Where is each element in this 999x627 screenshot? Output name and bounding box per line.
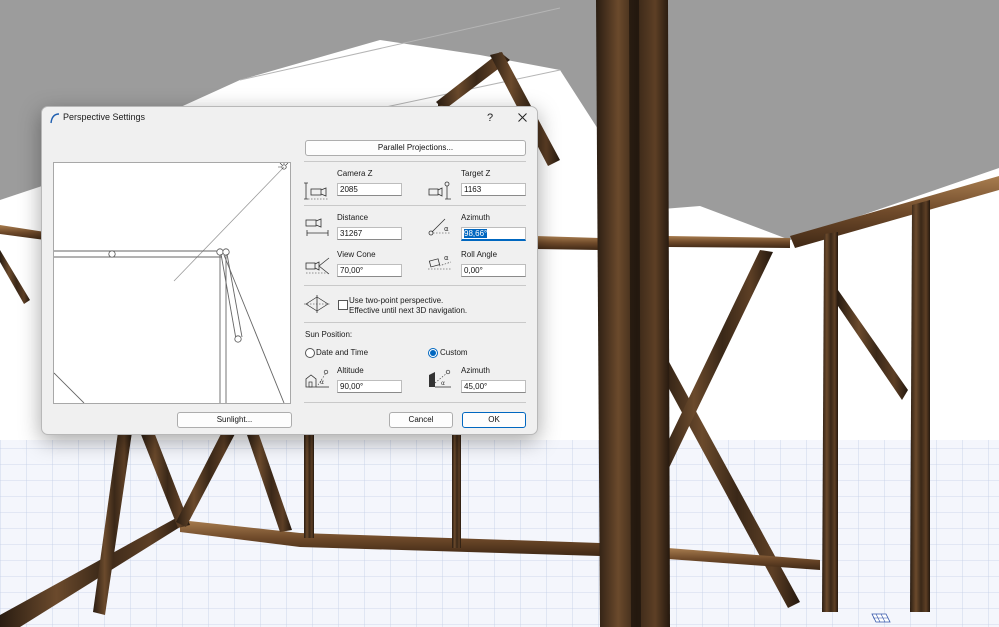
parallel-projections-button[interactable]: Parallel Projections... (305, 140, 526, 156)
view-cone-icon (305, 257, 330, 275)
wood-post (304, 432, 314, 538)
title-bar[interactable]: Perspective Settings ? (42, 107, 537, 129)
camera-z-label: Camera Z (337, 169, 373, 178)
view-cone-label: View Cone (337, 250, 376, 259)
azimuth-field[interactable]: 98,66° (461, 227, 526, 241)
custom-radio[interactable] (428, 348, 438, 358)
camera-preview[interactable] (53, 162, 291, 404)
two-point-perspective-icon (304, 295, 330, 313)
camera-height-icon (304, 182, 328, 200)
target-z-label: Target Z (461, 169, 491, 178)
sun-altitude-icon: α (305, 369, 329, 388)
archicad-icon (50, 113, 60, 124)
svg-text:α: α (444, 254, 449, 262)
distance-label: Distance (337, 213, 369, 222)
sun-azimuth-icon: α (429, 369, 451, 388)
wood-beam (0, 250, 30, 304)
wood-beam (0, 225, 45, 240)
distance-field[interactable]: 31267 (337, 227, 402, 240)
separator (304, 285, 526, 286)
wood-beam (536, 236, 600, 250)
help-button[interactable]: ? (480, 109, 500, 127)
wood-beam (660, 250, 773, 470)
separator (304, 322, 526, 323)
roll-angle-field[interactable]: 0,00° (461, 264, 526, 277)
custom-label[interactable]: Custom (440, 348, 468, 357)
dialog-title: Perspective Settings (63, 112, 146, 122)
separator (304, 402, 526, 403)
cancel-button[interactable]: Cancel (389, 412, 453, 428)
target-height-icon (428, 181, 451, 200)
wood-post (452, 432, 461, 548)
wood-beam (668, 236, 790, 248)
preview-drawing (54, 163, 289, 403)
wood-beam (838, 290, 908, 400)
sun-azimuth-field[interactable]: 45,00° (461, 380, 526, 393)
perspective-settings-dialog: Perspective Settings ? Sunlight... Paral… (41, 106, 538, 435)
svg-text:α: α (441, 380, 445, 387)
sun-position-heading: Sun Position: (305, 330, 353, 339)
altitude-field[interactable]: 90,00° (337, 380, 402, 393)
azimuth-icon: α (428, 218, 451, 236)
svg-text:α: α (444, 225, 449, 233)
camera-z-field[interactable]: 2085 (337, 183, 402, 196)
wood-beam (910, 200, 930, 612)
wood-beam (822, 232, 838, 612)
target-z-field[interactable]: 1163 (461, 183, 526, 196)
two-point-perspective-label: Use two-point perspective. (349, 296, 444, 305)
close-icon (517, 113, 527, 122)
two-point-perspective-checkbox[interactable] (338, 300, 348, 310)
svg-text:α: α (320, 379, 324, 386)
azimuth-label: Azimuth (461, 213, 490, 222)
azimuth-value: 98,66° (464, 229, 488, 238)
two-point-perspective-note: Effective until next 3D navigation. (349, 306, 468, 315)
roll-angle-icon: α (428, 254, 452, 270)
date-and-time-label[interactable]: Date and Time (316, 348, 368, 357)
separator (304, 161, 526, 162)
sunlight-button[interactable]: Sunlight... (177, 412, 292, 428)
ok-button[interactable]: OK (462, 412, 526, 428)
roll-angle-label: Roll Angle (461, 250, 498, 259)
view-cone-field[interactable]: 70,00° (337, 264, 402, 277)
sun-azimuth-label: Azimuth (461, 366, 490, 375)
separator (304, 205, 526, 206)
distance-icon (305, 218, 329, 236)
date-and-time-radio[interactable] (305, 348, 315, 358)
altitude-label: Altitude (337, 366, 364, 375)
close-button[interactable] (512, 109, 532, 127)
